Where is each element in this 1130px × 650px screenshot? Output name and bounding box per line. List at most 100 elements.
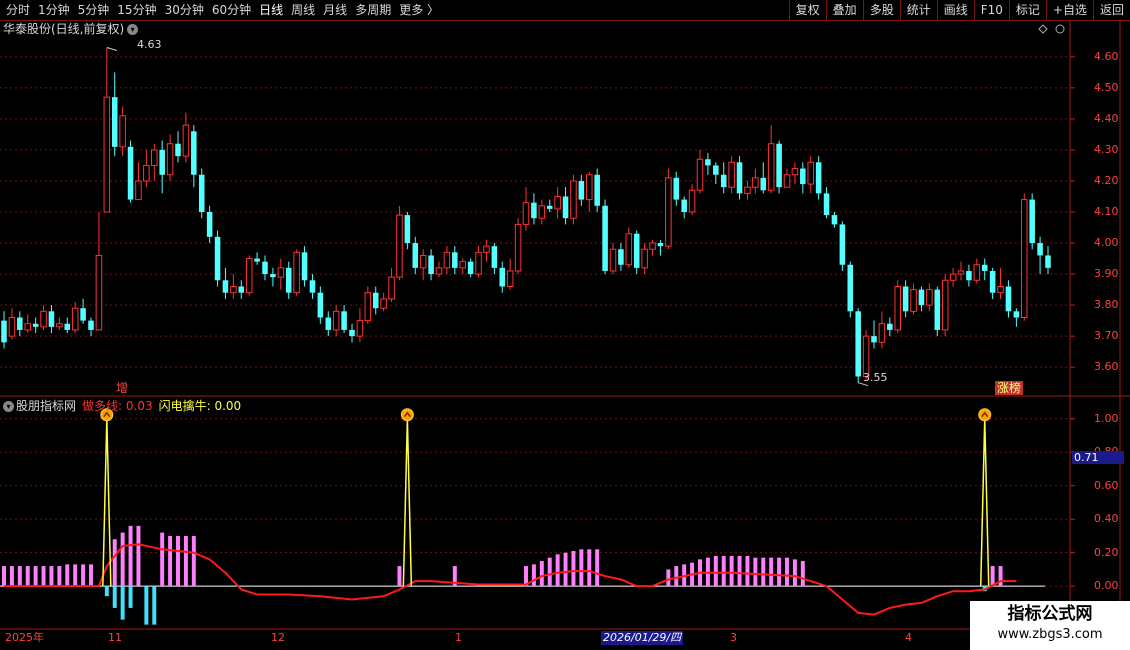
candle-body-down [681,199,687,212]
low-price-label: 3.55 [863,371,888,384]
indicator-bar-pink [25,566,30,587]
candle-body-down [48,311,55,327]
candle-body-down [823,193,830,216]
indicator-bar-pink [990,566,995,587]
candle-body-up [356,320,364,337]
candle-body-down [198,174,205,212]
candle-body-up [419,254,427,269]
indicator-bar-pink [2,566,6,587]
candle-body-down [934,289,941,330]
current-value-tag: 0.71 [1072,451,1124,464]
indicator-bar-pink [737,556,742,587]
candle-body-up [752,177,759,188]
candle-body-down [657,243,664,247]
candle-body-down [254,258,260,262]
indicator-bar-pink [128,525,133,587]
signal-spike [102,418,112,587]
indicator-bar-cyan [128,586,133,608]
candle-body-up [910,289,917,312]
candle-body-up [649,242,656,250]
chevron-down-icon[interactable]: ▾ [3,401,14,412]
candle-body-up [625,233,633,266]
candle-body-down [191,131,197,175]
y-tick-label: 4.40 [1094,111,1119,125]
indicator-bar-pink [792,559,797,587]
candle-body-down [800,168,806,185]
indicator-bar-pink [753,557,758,587]
candle-body-down [1029,199,1035,244]
candle-body-down [341,311,347,330]
candle-body-down [776,143,782,188]
indicator-bar-cyan [112,586,117,608]
candle-body-down [325,317,332,330]
candle-body-down [633,233,640,268]
candle-body-up [435,267,443,275]
candle-body-up [665,177,672,247]
y-tick-label: 4.60 [1094,49,1119,63]
candle-body-down [705,159,711,166]
indicator-bar-pink [595,549,600,587]
candle-body-down [404,215,411,244]
indicator-bar-pink [563,552,568,587]
candle-body-up [696,158,704,191]
candle-body-down [531,202,537,219]
candle-body-down [871,336,877,343]
x-label-month: 1 [455,631,462,644]
candle-body-up [119,115,126,148]
indicator-bar-pink [777,557,782,587]
candle-body-down [499,267,506,287]
y-tick-label: 4.20 [1094,173,1119,187]
signal-spike [979,418,990,587]
candle-body-up [506,270,514,287]
candle-body-down [111,97,118,147]
candle-body-up [443,251,451,269]
indicator-bar-pink [666,569,671,587]
candle-body-down [720,174,727,188]
candle-body-down [262,261,268,275]
candle-body-down [270,274,276,278]
candle-body-up [483,245,490,253]
candle-body-up [40,310,47,328]
x-label-month: 4 [905,631,912,644]
candle-body-up [688,189,696,213]
indicator-bar-pink [168,535,173,587]
indicator-bar-cyan [152,586,157,625]
candle-body-up [570,180,577,219]
signal-arrow-icon [978,408,992,422]
candle-body-down [452,252,458,268]
y-tick-label: 3.70 [1094,329,1119,343]
candle-body-down [1045,255,1051,268]
indicator-bar-pink [579,549,584,587]
indicator-bar-cyan [120,586,125,620]
candle-body-down [713,165,719,175]
indicator-bar-pink [120,532,125,587]
indicator-bar-cyan [104,586,109,597]
candle-body-down [618,249,624,265]
candle-body-up [514,223,522,272]
candle-body-down [1013,311,1020,318]
indicator-bar-pink [33,566,38,587]
indicator-bar-pink [160,532,165,587]
candle-body-down [175,143,181,157]
candle-body-up [182,124,190,157]
candle-body-up [791,168,799,176]
candle-body-up [8,317,16,337]
candle-body-down [301,252,308,281]
candle-body-down [285,267,292,293]
chart-area[interactable] [0,0,1130,650]
candle-body-up [609,248,617,272]
x-cursor-date: 2026/01/29/四 [601,631,684,645]
candle-body-down [981,264,988,271]
y-tick-label: 3.60 [1094,360,1119,374]
candle-body-down [602,205,608,271]
x-label-month: 3 [730,631,737,644]
candle-body-down [887,323,893,330]
candle-body-up [767,143,775,191]
y-tick-label: 4.10 [1094,205,1119,218]
y-tick-label: 4.50 [1094,80,1119,94]
candle-body-down [412,243,419,268]
candle-body-down [214,236,221,281]
candle-body-up [143,164,150,182]
y-tick-label: 3.90 [1094,267,1119,281]
indicator-bar-pink [49,566,54,587]
